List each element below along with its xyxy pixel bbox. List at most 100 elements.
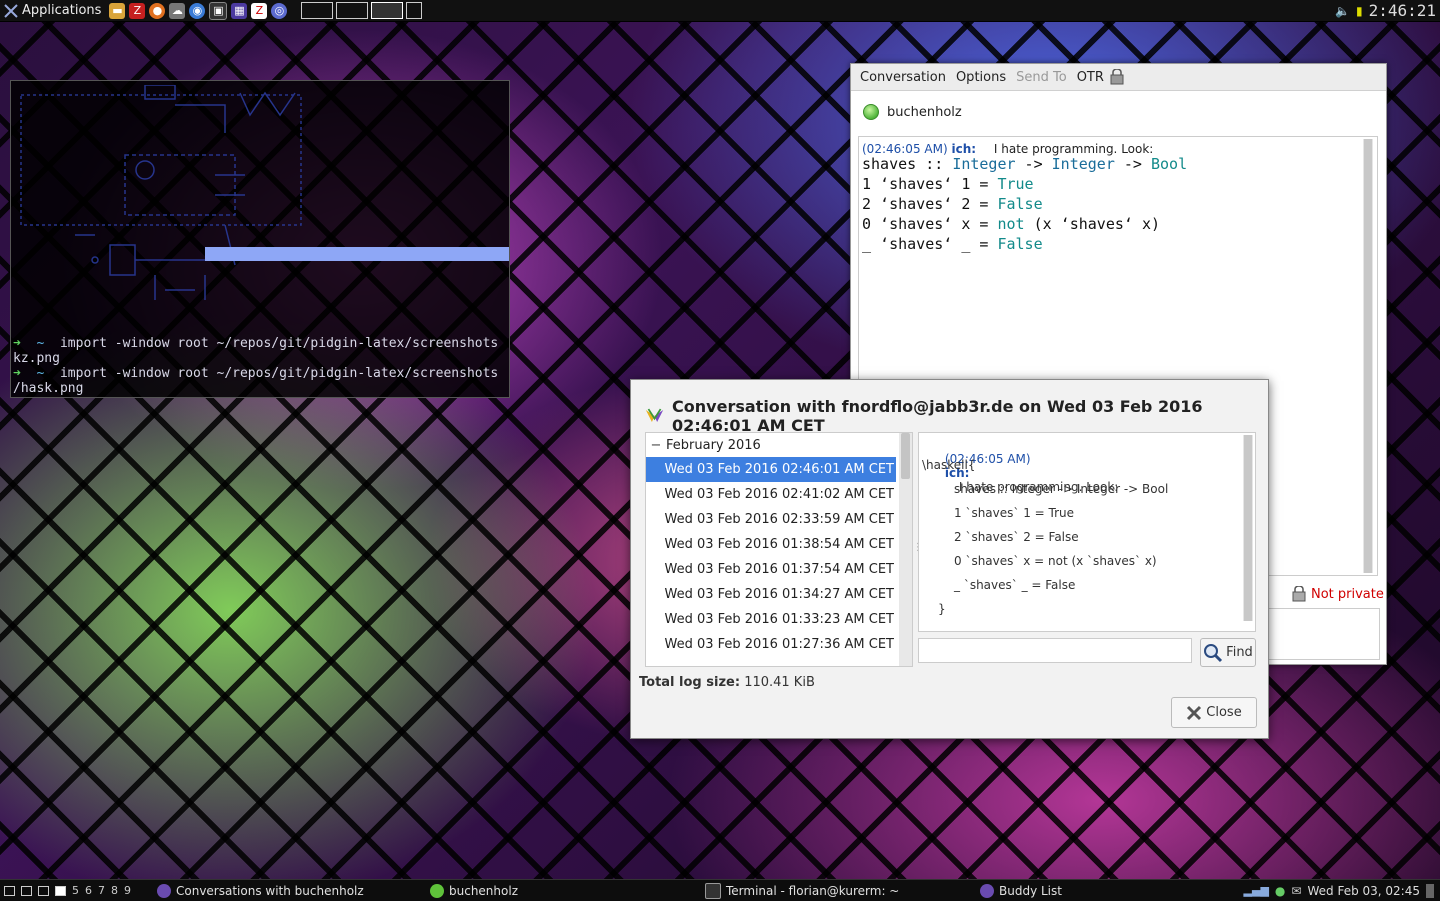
workspace-mini-4[interactable] bbox=[55, 885, 66, 896]
pidgin-icon bbox=[645, 408, 664, 423]
applications-label: Applications bbox=[22, 3, 102, 18]
message-nick: ich: bbox=[951, 142, 977, 156]
log-list-scrollbar[interactable] bbox=[899, 433, 912, 666]
conversation-menubar: Conversation Options Send To OTR bbox=[851, 64, 1386, 91]
workspace-1[interactable] bbox=[301, 2, 334, 19]
workspace-mini-2[interactable] bbox=[21, 885, 32, 896]
task-buddy-list[interactable]: Buddy List bbox=[980, 880, 1062, 901]
workspace-number[interactable]: 7 bbox=[98, 884, 105, 897]
log-entry-label: Wed 03 Feb 2016 01:33:23 AM CET bbox=[664, 612, 894, 627]
log-entry-row[interactable]: Wed 03 Feb 2016 01:37:54 AM CET bbox=[646, 557, 896, 582]
terminal-line: ➜ ~ import -window root ~/repos/git/pidg… bbox=[13, 336, 499, 351]
otr-status-button[interactable]: Not private bbox=[1291, 586, 1384, 602]
find-button[interactable]: Find bbox=[1200, 638, 1256, 667]
mail-icon[interactable]: ◎ bbox=[271, 2, 288, 19]
log-viewer-title: Conversation with fnordflo@jabb3r.de on … bbox=[645, 397, 1268, 435]
log-line: 0 `shaves` x = not (x `shaves` x) bbox=[954, 554, 1157, 568]
menu-send-to[interactable]: Send To bbox=[1011, 70, 1072, 85]
workspace-3[interactable] bbox=[371, 2, 404, 19]
filezilla-icon[interactable]: Z bbox=[129, 2, 146, 19]
log-entry-row[interactable]: Wed 03 Feb 2016 01:27:36 AM CET bbox=[646, 632, 896, 657]
pidgin-task-icon bbox=[980, 883, 994, 898]
task-label: Buddy List bbox=[999, 883, 1062, 898]
office-icon[interactable]: Z bbox=[251, 2, 268, 19]
terminal-line: kz.png bbox=[13, 351, 60, 366]
log-line: \haskell{ bbox=[922, 458, 976, 472]
browser-icon[interactable]: ◉ bbox=[189, 2, 206, 19]
workspace-switcher: 5 6 7 8 9 bbox=[0, 884, 131, 897]
collapse-icon[interactable]: − bbox=[646, 438, 666, 453]
scrollbar-thumb[interactable] bbox=[1364, 139, 1372, 573]
workspace-mini-1[interactable] bbox=[4, 885, 15, 896]
ascii-art-drawing bbox=[20, 85, 302, 300]
log-search-input[interactable] bbox=[918, 638, 1192, 663]
top-panel-tray: 🔈 ▮ 2:46:21 bbox=[1335, 0, 1436, 21]
workspace-4[interactable] bbox=[406, 2, 423, 19]
top-panel-clock[interactable]: 2:46:21 bbox=[1369, 1, 1436, 20]
menu-options[interactable]: Options bbox=[951, 70, 1011, 85]
log-line: } bbox=[938, 602, 946, 616]
task-buchenholz[interactable]: buchenholz bbox=[430, 880, 518, 901]
message-timestamp: (02:46:05 AM) bbox=[862, 142, 948, 156]
log-entry-row[interactable]: Wed 03 Feb 2016 02:46:01 AM CET bbox=[646, 457, 896, 482]
log-line: 1 `shaves` 1 = True bbox=[954, 506, 1075, 520]
workspace-2[interactable] bbox=[336, 2, 369, 19]
total-log-size-value: 110.41 KiB bbox=[744, 675, 815, 690]
terminal-window[interactable]: ➜ ~ import -window root ~/repos/git/pidg… bbox=[10, 80, 510, 398]
top-panel: Applications ▬ Z ● ☁ ◉ ▣ ▦ Z ◎ 🔈 ▮ 2:46:… bbox=[0, 0, 1440, 22]
workspace-number[interactable]: 6 bbox=[85, 884, 92, 897]
log-entry-label: Wed 03 Feb 2016 01:27:36 AM CET bbox=[664, 637, 894, 652]
month-group-row[interactable]: − February 2016 bbox=[646, 433, 896, 457]
network-icon[interactable]: ▂▄▆ bbox=[1244, 884, 1269, 897]
cloud-icon[interactable]: ☁ bbox=[169, 2, 186, 19]
find-label: Find bbox=[1226, 645, 1253, 660]
terminal-task-icon bbox=[705, 882, 721, 899]
log-entry-row[interactable]: Wed 03 Feb 2016 01:33:23 AM CET bbox=[646, 607, 896, 632]
updates-icon[interactable]: ✉ bbox=[1291, 884, 1301, 898]
terminal-selection-bar bbox=[205, 247, 509, 261]
log-entry-row[interactable]: Wed 03 Feb 2016 01:34:27 AM CET bbox=[646, 582, 896, 607]
code-line: 2 ‘shaves‘ 2 = False bbox=[862, 195, 1043, 213]
menu-otr[interactable]: OTR bbox=[1072, 70, 1109, 85]
task-conversations[interactable]: Conversations with buchenholz bbox=[157, 880, 364, 901]
workspace-number[interactable]: 9 bbox=[124, 884, 131, 897]
scrollbar-thumb[interactable] bbox=[1244, 435, 1252, 621]
code-line: 0 ‘shaves‘ x = not (x ‘shaves‘ x) bbox=[862, 215, 1161, 233]
message-header: (02:46:05 AM) ich: I hate programming. L… bbox=[862, 142, 1153, 156]
battery-icon[interactable]: ▮ bbox=[1356, 4, 1363, 18]
search-icon bbox=[1204, 643, 1223, 662]
log-content-view[interactable]: (02:46:05 AM) ich: I hate programming. L… bbox=[918, 432, 1256, 632]
task-terminal[interactable]: Terminal - florian@kurerm: ~ bbox=[705, 880, 899, 901]
log-view-scrollbar[interactable] bbox=[1243, 435, 1253, 621]
scrollbar-thumb[interactable] bbox=[901, 433, 910, 479]
file-manager-icon[interactable]: ▬ bbox=[109, 2, 126, 19]
log-entry-row[interactable]: Wed 03 Feb 2016 02:41:02 AM CET bbox=[646, 482, 896, 507]
pidgin-tray-icon[interactable]: ● bbox=[1275, 884, 1285, 898]
conversation-scrollbar[interactable] bbox=[1363, 139, 1373, 573]
terminal-launcher-icon[interactable]: ▣ bbox=[209, 1, 228, 20]
editor-icon[interactable]: ▦ bbox=[231, 2, 248, 19]
show-desktop-icon[interactable] bbox=[1426, 883, 1434, 898]
workspace-number[interactable]: 8 bbox=[111, 884, 118, 897]
volume-icon[interactable]: 🔈 bbox=[1335, 4, 1350, 18]
log-date-list[interactable]: − February 2016 Wed 03 Feb 2016 02:46:01… bbox=[645, 432, 913, 667]
workspace-mini-3[interactable] bbox=[38, 885, 49, 896]
total-log-size-label: Total log size: bbox=[639, 675, 741, 690]
menu-conversation[interactable]: Conversation bbox=[855, 70, 951, 85]
log-viewer-dialog[interactable]: Conversation with fnordflo@jabb3r.de on … bbox=[630, 379, 1269, 739]
firefox-icon[interactable]: ● bbox=[149, 2, 166, 19]
log-entry-label: Wed 03 Feb 2016 02:46:01 AM CET bbox=[664, 462, 894, 477]
otr-lock-icon[interactable] bbox=[1109, 69, 1125, 85]
applications-menu[interactable]: Applications bbox=[0, 0, 105, 21]
conversation-buddy-header: buchenholz bbox=[863, 104, 962, 120]
lock-icon bbox=[1292, 586, 1306, 602]
log-entry-label: Wed 03 Feb 2016 02:41:02 AM CET bbox=[664, 487, 894, 502]
log-line: 2 `shaves` 2 = False bbox=[954, 530, 1079, 544]
workspace-number[interactable]: 5 bbox=[72, 884, 79, 897]
buddy-name: buchenholz bbox=[887, 104, 962, 120]
close-button[interactable]: Close bbox=[1171, 697, 1257, 728]
log-entry-row[interactable]: Wed 03 Feb 2016 01:38:54 AM CET bbox=[646, 532, 896, 557]
log-entry-row[interactable]: Wed 03 Feb 2016 02:33:59 AM CET bbox=[646, 507, 896, 532]
message-input[interactable] bbox=[1268, 608, 1380, 660]
taskbar-clock[interactable]: Wed Feb 03, 02:45 bbox=[1307, 884, 1420, 898]
